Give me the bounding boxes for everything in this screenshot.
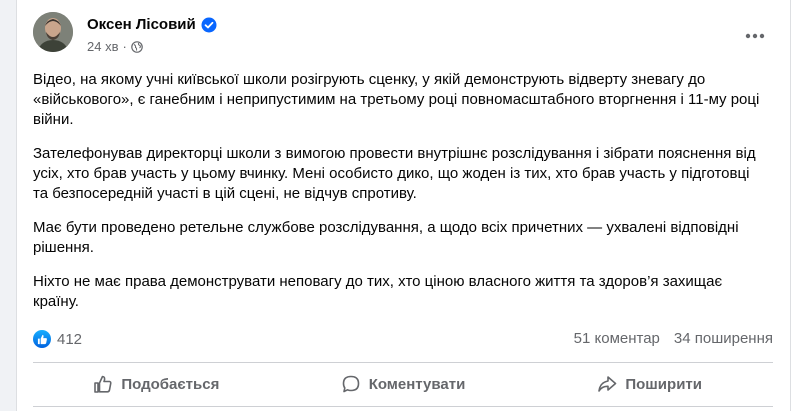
verified-badge-icon (201, 17, 217, 33)
comment-icon (342, 375, 359, 393)
post-time[interactable]: 24 хв (87, 39, 118, 54)
comment-button[interactable]: Коментувати (280, 366, 527, 402)
post-meta: 24 хв · (87, 39, 143, 54)
divider (33, 362, 773, 363)
share-label: Поширити (625, 375, 702, 393)
reactions-count: 412 (57, 330, 83, 348)
meta-separator: · (122, 39, 127, 54)
post-paragraph: Ніхто не має права демонструвати неповаг… (33, 273, 723, 310)
post-paragraph: Відео, на якому учні київської школи роз… (33, 71, 760, 128)
globe-icon (131, 40, 143, 53)
post-header: Оксен Лісовий 24 хв · (33, 12, 773, 62)
like-label: Подобається (121, 375, 220, 393)
action-bar: Подобається Коментувати Поширити (33, 366, 773, 402)
more-options-icon (745, 33, 765, 39)
share-button[interactable]: Поширити (526, 366, 773, 402)
share-icon (598, 376, 617, 392)
like-button[interactable]: Подобається (33, 366, 280, 402)
thumbs-up-icon (94, 375, 112, 393)
author-name[interactable]: Оксен Лісовий (87, 16, 196, 33)
post-card: Оксен Лісовий 24 хв · Відео, на якому уч… (16, 0, 791, 411)
post-paragraph: Зателефонував директорці школи з вимогою… (33, 145, 756, 202)
author-name-row: Оксен Лісовий (87, 16, 217, 33)
shares-count[interactable]: 34 поширення (674, 330, 773, 347)
engagement-counts: 51 коментар 34 поширення (574, 330, 773, 347)
post-stats: 412 51 коментар 34 поширення (33, 330, 773, 352)
post-text: Відео, на якому учні київської школи роз… (33, 70, 768, 326)
post-paragraph: Має бути проведено ретельне службове роз… (33, 219, 739, 256)
reactions-summary[interactable]: 412 (33, 330, 82, 348)
comment-label: Коментувати (368, 375, 466, 393)
more-options-button[interactable] (737, 18, 773, 54)
like-reaction-icon (33, 330, 51, 348)
comments-count[interactable]: 51 коментар (574, 330, 660, 347)
avatar[interactable] (33, 12, 73, 52)
divider (33, 406, 773, 407)
